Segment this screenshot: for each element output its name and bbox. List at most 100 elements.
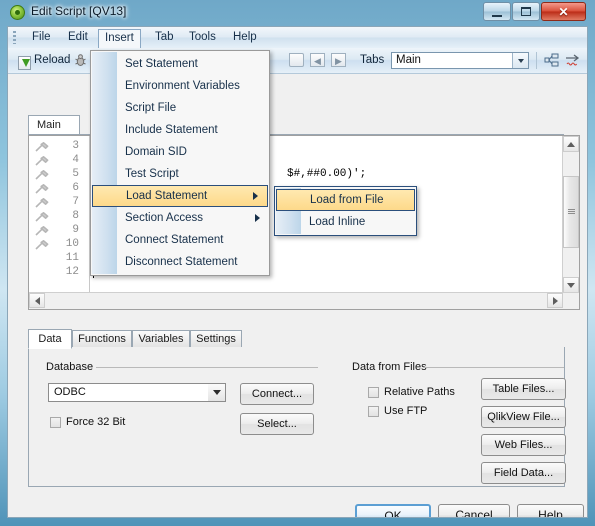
menu-item-label: Test Script — [125, 168, 179, 180]
toolbar-separator-2 — [536, 52, 537, 69]
script-tab-label: Main — [37, 119, 61, 131]
tab-settings[interactable]: Settings — [190, 330, 242, 348]
tabs-combobox-value: Main — [396, 54, 421, 66]
scroll-down-button[interactable] — [563, 277, 579, 293]
scroll-up-button[interactable] — [563, 136, 579, 152]
tab-functions[interactable]: Functions — [72, 330, 132, 348]
reload-button[interactable]: Reload — [14, 51, 75, 70]
insert-menu-item-load-statement[interactable]: Load Statement — [92, 185, 268, 207]
field-data-button[interactable]: Field Data... — [481, 462, 566, 484]
insert-menu-item-disconnect-statement[interactable]: Disconnect Statement — [91, 251, 269, 273]
menu-item-label: Include Statement — [125, 124, 218, 136]
menu-tab[interactable]: Tab — [148, 29, 181, 46]
line-number: 8 — [72, 210, 79, 222]
menu-item-label: Environment Variables — [125, 80, 240, 92]
chevron-down-icon[interactable] — [208, 384, 225, 401]
submenu-arrow-icon — [255, 214, 260, 222]
help-button[interactable]: Help — [517, 504, 584, 518]
menu-tools[interactable]: Tools — [182, 29, 223, 46]
use-ftp-label: Use FTP — [384, 405, 428, 417]
bookmark-hammer-icon — [35, 142, 49, 152]
submenu-item-load-inline[interactable]: Load Inline — [275, 211, 416, 233]
close-button[interactable]: ✕ — [541, 2, 586, 21]
help-label: Help — [538, 508, 563, 518]
editor-horizontal-scrollbar[interactable] — [29, 292, 579, 309]
relative-paths-label: Relative Paths — [384, 386, 455, 398]
menu-help[interactable]: Help — [226, 29, 264, 46]
qlikview-logo-icon — [10, 5, 25, 20]
menu-item-label: Disconnect Statement — [125, 256, 238, 268]
submenu-arrow-icon — [253, 192, 258, 200]
bookmark-hammer-icon — [35, 198, 49, 208]
forward-glyph: ▶ — [335, 56, 342, 66]
insert-menu-items: Set Statement Environment Variables Script… — [91, 53, 269, 273]
organize-tabs-icon[interactable] — [544, 53, 560, 68]
back-arrow-icon[interactable]: ◀ — [310, 53, 325, 67]
debug-bug-icon[interactable] — [74, 54, 87, 67]
insert-menu-item-include-statement[interactable]: Include Statement — [91, 119, 269, 141]
menu-item-label: Load from File — [310, 194, 384, 206]
insert-menu-item-script-file[interactable]: Script File — [91, 97, 269, 119]
cancel-button[interactable]: Cancel — [438, 504, 510, 517]
submenu-item-load-from-file[interactable]: Load from File — [276, 189, 415, 211]
ok-button[interactable]: OK — [355, 504, 431, 517]
vertical-scroll-thumb[interactable] — [563, 176, 579, 248]
database-combobox-value: ODBC — [54, 386, 86, 398]
maximize-button[interactable] — [512, 2, 540, 21]
line-number: 10 — [65, 238, 79, 250]
reload-arrow-icon — [18, 56, 31, 70]
qlikview-file-button[interactable]: QlikView File... — [481, 406, 566, 428]
window-title: Edit Script [QV13] — [31, 4, 127, 18]
script-tab-main[interactable]: Main — [28, 115, 80, 135]
line-number: 12 — [65, 266, 79, 278]
insert-menu-item-environment-variables[interactable]: Environment Variables — [91, 75, 269, 97]
tabs-combobox[interactable]: Main — [391, 52, 529, 69]
insert-dropdown-menu: Set Statement Environment Variables Script… — [90, 50, 270, 276]
use-ftp-checkbox[interactable] — [368, 406, 379, 417]
menu-item-label: Load Statement — [126, 190, 208, 202]
menu-item-label: Connect Statement — [125, 234, 224, 246]
menu-edit[interactable]: Edit — [61, 29, 95, 46]
connect-button[interactable]: Connect... — [240, 383, 314, 405]
relative-paths-checkbox[interactable] — [368, 387, 379, 398]
select-button[interactable]: Select... — [240, 413, 314, 435]
database-combobox[interactable]: ODBC — [48, 383, 226, 402]
insert-menu-item-domain-sid[interactable]: Domain SID — [91, 141, 269, 163]
submenu-items: Load from File Load Inline — [275, 189, 416, 233]
title-bar[interactable]: Edit Script [QV13] ✕ — [0, 0, 595, 26]
new-folder-icon[interactable] — [289, 53, 304, 67]
line-number: 3 — [72, 140, 79, 152]
line-number: 9 — [72, 224, 79, 236]
minimize-button[interactable] — [483, 2, 511, 21]
line-number: 6 — [72, 182, 79, 194]
bookmark-hammer-icon — [35, 240, 49, 250]
line-number: 5 — [72, 168, 79, 180]
force-32-bit-checkbox[interactable] — [50, 417, 61, 428]
tab-variables[interactable]: Variables — [132, 330, 190, 348]
tab-data[interactable]: Data — [28, 329, 72, 349]
scroll-left-button[interactable] — [29, 293, 45, 308]
insert-menu-item-connect-statement[interactable]: Connect Statement — [91, 229, 269, 251]
line-number: 4 — [72, 154, 79, 166]
menu-grip-handle[interactable] — [13, 31, 16, 44]
bookmark-hammer-icon — [35, 226, 49, 236]
editor-vertical-scrollbar[interactable] — [562, 136, 579, 293]
insert-menu-item-set-statement[interactable]: Set Statement — [91, 53, 269, 75]
insert-menu-item-test-script[interactable]: Test Script — [91, 163, 269, 185]
table-files-button[interactable]: Table Files... — [481, 378, 566, 400]
files-group-label: Data from Files — [352, 361, 431, 373]
goto-end-icon[interactable] — [565, 53, 581, 68]
scroll-right-button[interactable] — [547, 293, 563, 308]
menu-insert[interactable]: Insert — [98, 29, 141, 49]
web-files-button[interactable]: Web Files... — [481, 434, 566, 456]
menu-file[interactable]: File — [25, 29, 58, 46]
chevron-down-icon[interactable] — [512, 53, 528, 68]
force-32-bit-label: Force 32 Bit — [66, 416, 126, 428]
close-icon: ✕ — [558, 4, 569, 19]
line-number: 11 — [65, 252, 79, 264]
forward-arrow-icon[interactable]: ▶ — [331, 53, 346, 67]
menu-bar: File Edit Insert Tab Tools Help — [8, 27, 587, 49]
insert-menu-item-section-access[interactable]: Section Access — [91, 207, 269, 229]
bookmark-hammer-icon — [35, 184, 49, 194]
tabs-label: Tabs — [360, 54, 385, 66]
